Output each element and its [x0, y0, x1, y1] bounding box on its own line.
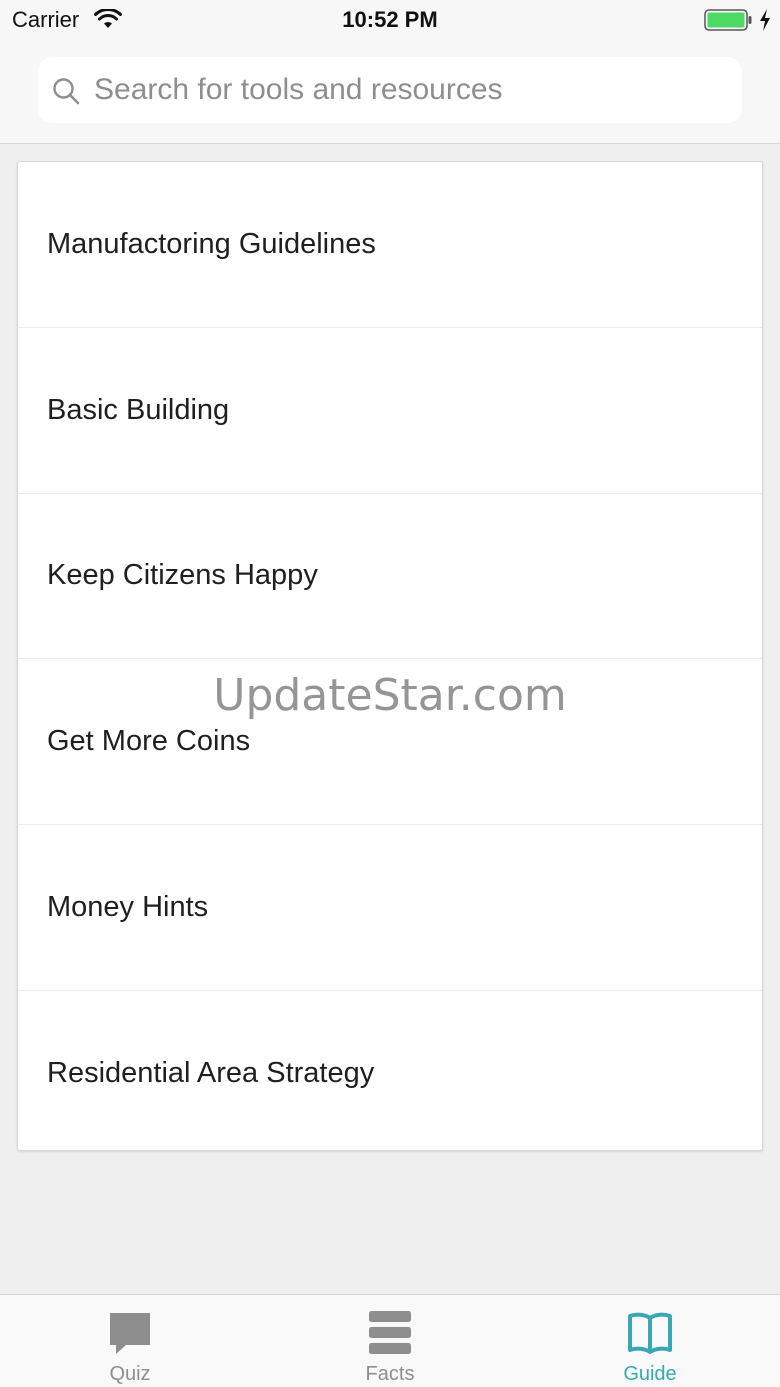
- status-time: 10:52 PM: [342, 7, 438, 32]
- search-input[interactable]: [94, 57, 724, 123]
- list-item[interactable]: Keep Citizens Happy: [18, 494, 762, 660]
- tab-facts[interactable]: Facts: [260, 1295, 520, 1387]
- tab-facts-label: Facts: [365, 1363, 415, 1385]
- list-item-label: Basic Building: [47, 393, 230, 426]
- status-bar: Carrier 10:52 PM: [0, 0, 780, 40]
- list-item-label: Manufactoring Guidelines: [47, 227, 376, 260]
- list-item[interactable]: Residential Area Strategy: [18, 991, 762, 1157]
- charging-bolt-icon: [760, 9, 770, 31]
- tab-guide-label: Guide: [623, 1363, 677, 1385]
- list-item-label: Keep Citizens Happy: [47, 559, 318, 592]
- header: Carrier 10:52 PM: [0, 0, 780, 144]
- guide-list: Manufactoring Guidelines Basic Building …: [17, 161, 763, 1151]
- list-item[interactable]: Manufactoring Guidelines: [18, 162, 762, 328]
- tab-quiz-label: Quiz: [109, 1363, 151, 1385]
- speech-bubble-icon: [110, 1313, 150, 1354]
- tab-bar: Quiz Facts Guide: [0, 1294, 780, 1387]
- list-item-label: Residential Area Strategy: [47, 1057, 375, 1090]
- search-bar[interactable]: [38, 57, 742, 123]
- tab-quiz[interactable]: Quiz: [0, 1295, 260, 1387]
- list-item[interactable]: Basic Building: [18, 328, 762, 494]
- tab-guide[interactable]: Guide: [520, 1295, 780, 1387]
- open-book-icon: [628, 1312, 672, 1354]
- list-item[interactable]: Money Hints: [18, 825, 762, 991]
- list-item-label: Money Hints: [47, 891, 209, 924]
- battery-icon: [704, 9, 752, 31]
- list-item[interactable]: Get More Coins: [18, 659, 762, 826]
- list-icon: [369, 1311, 411, 1354]
- list-item-label: Get More Coins: [47, 725, 251, 758]
- app-screen: Carrier 10:52 PM Search for tools and re…: [0, 0, 780, 1387]
- search-icon: [53, 78, 80, 105]
